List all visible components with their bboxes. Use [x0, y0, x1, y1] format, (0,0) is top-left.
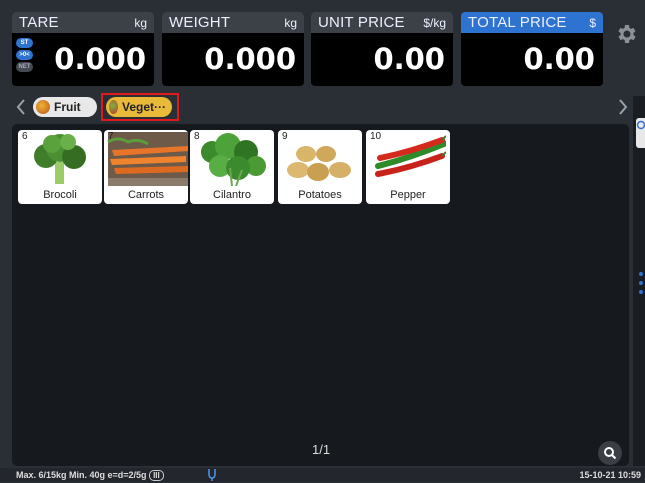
- status-bar: Max. 6/15kg Min. 40g e=d=2/5g III 15-10-…: [0, 468, 645, 482]
- weight-value: 0.000: [204, 42, 296, 76]
- datetime: 15-10-21 10:59: [579, 470, 641, 480]
- tare-tags: ST >0< NET: [16, 38, 34, 72]
- product-number: 7: [108, 131, 114, 142]
- product-name: Carrots: [127, 189, 165, 201]
- total-price-unit: $: [589, 15, 596, 30]
- broccoli-image: [34, 134, 86, 184]
- product-card-cilantro[interactable]: 8 Cilantro: [190, 130, 274, 204]
- settings-gear-icon[interactable]: [612, 20, 640, 48]
- zero-indicator: >0<: [16, 50, 33, 60]
- page-indicator: 1/1: [312, 442, 331, 457]
- unit-price-value: 0.00: [373, 42, 445, 76]
- total-price-title: TOTAL PRICE: [468, 14, 567, 31]
- tare-panel: TARE kg ST >0< NET 0.000: [12, 12, 154, 86]
- category-fruit-label: Fruit: [54, 100, 81, 114]
- product-grid: 6 Brocoli 7 Carrots 8 Cilantro 9 Potatoe…: [12, 124, 629, 466]
- search-icon[interactable]: [598, 441, 622, 465]
- tare-unit: kg: [134, 15, 147, 30]
- side-drawer-handle-icon[interactable]: [636, 118, 645, 148]
- product-card-carrots[interactable]: 7 Carrots: [104, 130, 188, 204]
- product-number: 10: [370, 131, 382, 142]
- product-card-pepper[interactable]: 10 Pepper: [366, 130, 450, 204]
- drawer-dot-icon: [639, 290, 643, 294]
- selection-highlight: [101, 93, 179, 121]
- pepper-image: [375, 135, 446, 177]
- product-name: Cilantro: [213, 189, 251, 201]
- unit-price-unit: $/kg: [423, 15, 446, 30]
- product-number: 9: [282, 131, 288, 142]
- product-number: 6: [22, 131, 28, 142]
- drawer-dot-icon: [639, 272, 643, 276]
- drawer-dot-icon: [639, 281, 643, 285]
- carrots-image: [107, 132, 188, 186]
- tare-value: 0.000: [54, 42, 146, 76]
- stable-indicator: ST: [16, 38, 33, 48]
- potatoes-image: [287, 146, 351, 181]
- product-card-brocoli[interactable]: 6 Brocoli: [18, 130, 102, 204]
- accuracy-class-mark: III: [149, 470, 164, 481]
- next-category-chevron-icon[interactable]: [615, 98, 631, 116]
- product-number: 8: [194, 131, 200, 142]
- unit-price-title: UNIT PRICE: [318, 14, 405, 31]
- product-name: Potatoes: [298, 189, 342, 201]
- cilantro-image: [201, 133, 266, 186]
- prev-category-chevron-icon[interactable]: [13, 98, 29, 116]
- unit-price-panel[interactable]: UNIT PRICE $/kg 0.00: [311, 12, 453, 86]
- weight-panel: WEIGHT kg 0.000: [162, 12, 304, 86]
- tare-title: TARE: [19, 14, 59, 31]
- fruit-icon: [36, 100, 50, 114]
- total-price-value: 0.00: [523, 42, 595, 76]
- weight-title: WEIGHT: [169, 14, 231, 31]
- total-price-panel: TOTAL PRICE $ 0.00: [461, 12, 603, 86]
- connection-icon: [206, 468, 218, 483]
- weight-unit: kg: [284, 15, 297, 30]
- category-fruit[interactable]: Fruit: [33, 97, 97, 117]
- product-name: Pepper: [390, 189, 426, 201]
- scale-spec: Max. 6/15kg Min. 40g e=d=2/5g III: [16, 470, 164, 481]
- product-name: Brocoli: [43, 189, 77, 201]
- product-card-potatoes[interactable]: 9 Potatoes: [278, 130, 362, 204]
- net-indicator: NET: [16, 62, 33, 72]
